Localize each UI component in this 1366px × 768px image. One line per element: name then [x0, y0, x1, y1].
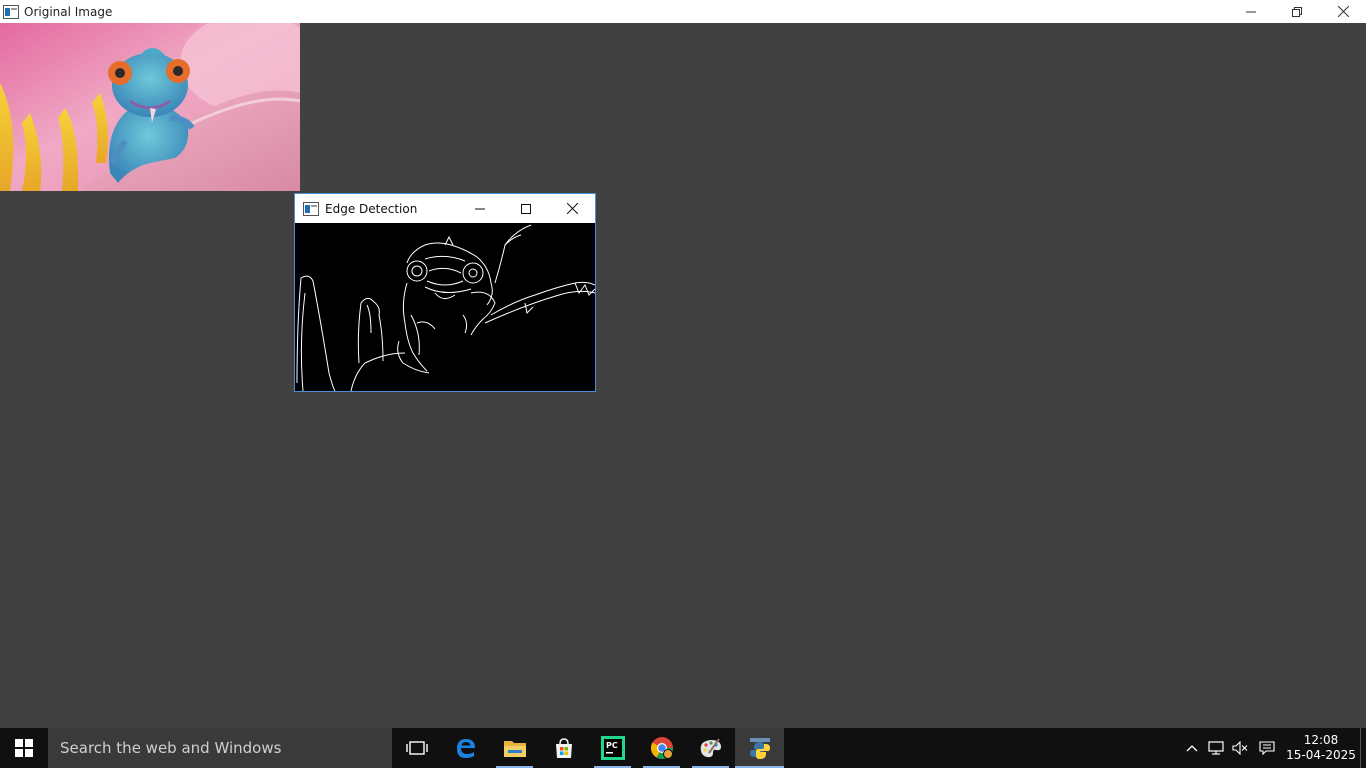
edge-window-titlebar[interactable]: Edge Detection [295, 194, 595, 223]
edge-window-title: Edge Detection [325, 201, 418, 216]
show-hidden-icons-button[interactable] [1180, 728, 1204, 768]
show-desktop-button[interactable] [1360, 728, 1366, 768]
minimize-button[interactable] [457, 194, 503, 223]
edge-browser-icon [456, 739, 475, 758]
original-image-chameleon [0, 23, 300, 191]
minimize-button[interactable] [1228, 0, 1274, 23]
minimize-icon [475, 208, 485, 209]
edge-detection-window[interactable]: Edge Detection [294, 193, 596, 392]
network-icon [1208, 741, 1224, 755]
search-box[interactable] [48, 728, 392, 768]
volume-button[interactable] [1228, 728, 1252, 768]
volume-muted-icon [1232, 741, 1248, 755]
maximize-button[interactable] [503, 194, 549, 223]
task-view-icon [405, 741, 428, 755]
taskbar-python[interactable] [735, 728, 784, 768]
chevron-up-icon [1186, 745, 1198, 752]
taskbar-chrome[interactable] [637, 728, 686, 768]
chrome-icon [650, 737, 673, 759]
taskbar: PC [0, 728, 1366, 768]
edge-detection-output-image [295, 223, 596, 392]
taskbar-paint[interactable] [686, 728, 735, 768]
task-view-button[interactable] [392, 728, 441, 768]
system-tray: 12:08 15-04-2025 [1180, 728, 1366, 768]
close-button[interactable] [1320, 0, 1366, 23]
close-button[interactable] [549, 194, 595, 223]
python-icon [749, 738, 770, 759]
taskbar-file-explorer[interactable] [490, 728, 539, 768]
window-app-icon [303, 201, 319, 216]
taskbar-store[interactable] [539, 728, 588, 768]
file-explorer-icon [503, 741, 526, 757]
main-window-titlebar[interactable]: Original Image [0, 0, 1366, 23]
window-app-icon [3, 4, 19, 19]
clock-date: 15-04-2025 [1286, 748, 1356, 762]
minimize-icon [1246, 11, 1256, 12]
network-button[interactable] [1204, 728, 1228, 768]
clock-time: 12:08 [1303, 733, 1339, 747]
maximize-icon [521, 203, 531, 214]
windows-logo-icon [15, 739, 33, 757]
notifications-button[interactable] [1252, 728, 1282, 768]
close-icon [566, 203, 578, 214]
taskbar-edge[interactable] [441, 728, 490, 768]
svg-text:PC: PC [606, 741, 618, 750]
restore-button[interactable] [1274, 0, 1320, 23]
pycharm-icon: PC [600, 736, 625, 760]
search-input[interactable] [60, 739, 380, 757]
action-center-icon [1259, 741, 1275, 755]
taskbar-pycharm[interactable]: PC [588, 728, 637, 768]
store-icon [555, 738, 572, 758]
restore-icon [1292, 6, 1302, 17]
close-icon [1337, 6, 1349, 17]
paint-icon [700, 738, 721, 758]
main-window-title: Original Image [24, 4, 113, 19]
start-button[interactable] [0, 728, 48, 768]
clock[interactable]: 12:08 15-04-2025 [1282, 728, 1360, 768]
